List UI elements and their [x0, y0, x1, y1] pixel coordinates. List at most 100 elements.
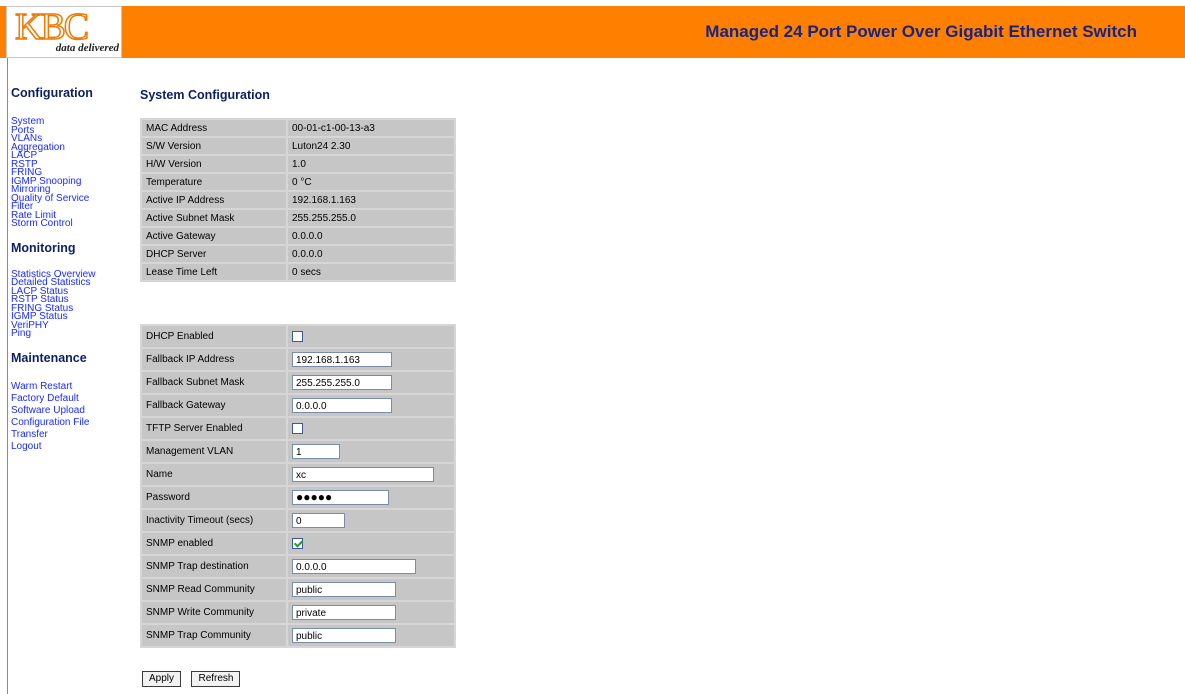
form-row-snmp-trap-destination: SNMP Trap destination 0.0.0.0: [142, 556, 454, 577]
info-label: Active Subnet Mask: [142, 210, 286, 226]
form-label: TFTP Server Enabled: [142, 418, 286, 439]
snmp-enabled-checkbox[interactable]: [292, 537, 303, 549]
form-value-cell: 1: [288, 441, 454, 462]
form-label: Fallback Subnet Mask: [142, 372, 286, 393]
management-vlan-field[interactable]: 1: [292, 444, 340, 459]
form-value-cell: private: [288, 602, 454, 623]
form-value-cell: 255.255.255.0: [288, 372, 454, 393]
form-row-fallback-subnet-mask: Fallback Subnet Mask 255.255.255.0: [142, 372, 454, 393]
refresh-button[interactable]: Refresh: [191, 671, 241, 687]
form-value-cell: ●●●●●: [288, 487, 454, 508]
form-label: Management VLAN: [142, 441, 286, 462]
form-label: Password: [142, 487, 286, 508]
form-row-name: Name xc: [142, 464, 454, 485]
info-label: MAC Address: [142, 120, 286, 136]
form-label: Fallback IP Address: [142, 349, 286, 370]
sidebar-item-logout[interactable]: Logout: [11, 441, 126, 453]
nav-list-configuration: System Ports VLANs Aggregation LACP RSTP FRING…: [11, 117, 126, 229]
form-actions: Apply Refresh: [142, 668, 246, 687]
info-value: 0 °C: [288, 174, 454, 190]
form-row-management-vlan: Management VLAN 1: [142, 441, 454, 462]
info-label: Active Gateway: [142, 228, 286, 244]
fallback-gateway-field[interactable]: 0.0.0.0: [292, 398, 392, 413]
sidebar-nav: Configuration System Ports VLANs Aggregatio…: [11, 86, 126, 453]
form-label: Name: [142, 464, 286, 485]
nav-heading-maintenance: Maintenance: [11, 350, 87, 365]
sidebar-item-software-upload[interactable]: Software Upload: [11, 405, 126, 417]
sidebar-item-configuration-file[interactable]: Configuration File: [11, 417, 126, 429]
info-value: Luton24 2.30: [288, 138, 454, 154]
tftp-server-enabled-checkbox[interactable]: [292, 422, 303, 434]
info-label: Lease Time Left: [142, 264, 286, 280]
sidebar-item-factory-default[interactable]: Factory Default: [11, 393, 126, 405]
info-row: Lease Time Left 0 secs: [142, 264, 454, 280]
info-value: 0.0.0.0: [288, 228, 454, 244]
form-row-password: Password ●●●●●: [142, 487, 454, 508]
form-row-snmp-write-community: SNMP Write Community private: [142, 602, 454, 623]
nav-section-configuration: Configuration System Ports VLANs Aggregatio…: [11, 86, 126, 229]
sidebar-item-ping[interactable]: Ping: [11, 329, 126, 339]
form-value-cell: public: [288, 579, 454, 600]
page-title: Managed 24 Port Power Over Gigabit Ether…: [705, 22, 1137, 41]
kbc-logo: KBC data delivered: [6, 6, 122, 58]
snmp-read-community-field[interactable]: public: [292, 582, 396, 597]
form-value-cell: 192.168.1.163: [288, 349, 454, 370]
info-row: MAC Address 00-01-c1-00-13-a3: [142, 120, 454, 136]
info-value: 1.0: [288, 156, 454, 172]
info-value: 192.168.1.163: [288, 192, 454, 208]
info-row: DHCP Server 0.0.0.0: [142, 246, 454, 262]
nav-list-maintenance: Warm Restart Factory Default Software Uplo…: [11, 381, 126, 453]
info-label: H/W Version: [142, 156, 286, 172]
form-label: SNMP Trap Community: [142, 625, 286, 646]
form-label: SNMP enabled: [142, 533, 286, 554]
form-label: DHCP Enabled: [142, 326, 286, 347]
name-field[interactable]: xc: [292, 467, 434, 482]
info-value: 0 secs: [288, 264, 454, 280]
info-value: 00-01-c1-00-13-a3: [288, 120, 454, 136]
info-label: DHCP Server: [142, 246, 286, 262]
info-label: Active IP Address: [142, 192, 286, 208]
nav-section-monitoring: Monitoring Statistics Overview Detailed S…: [11, 241, 126, 339]
sidebar-divider: [7, 58, 8, 694]
dhcp-enabled-checkbox[interactable]: [292, 330, 303, 342]
snmp-trap-community-field[interactable]: public: [292, 628, 396, 643]
system-config-form: DHCP Enabled Fallback IP Address 192.168.1…: [140, 324, 456, 648]
nav-section-maintenance: Maintenance Warm Restart Factory Default S…: [11, 351, 126, 453]
info-row: Active Subnet Mask 255.255.255.0: [142, 210, 454, 226]
nav-heading-configuration: Configuration: [11, 86, 93, 100]
form-label: Inactivity Timeout (secs): [142, 510, 286, 531]
info-value: 255.255.255.0: [288, 210, 454, 226]
apply-button[interactable]: Apply: [142, 671, 182, 687]
sidebar-item-warm-restart[interactable]: Warm Restart: [11, 381, 126, 393]
form-value-cell: [288, 418, 454, 439]
logo-tagline: data delivered: [7, 41, 119, 55]
sidebar-item-storm-control[interactable]: Storm Control: [11, 219, 126, 229]
form-label: Fallback Gateway: [142, 395, 286, 416]
form-label: SNMP Trap destination: [142, 556, 286, 577]
form-value-cell: xc: [288, 464, 454, 485]
fallback-subnet-mask-field[interactable]: 255.255.255.0: [292, 375, 392, 390]
form-row-snmp-read-community: SNMP Read Community public: [142, 579, 454, 600]
form-row-snmp-enabled: SNMP enabled: [142, 533, 454, 554]
snmp-write-community-field[interactable]: private: [292, 605, 396, 620]
form-label: SNMP Write Community: [142, 602, 286, 623]
form-row-dhcp-enabled: DHCP Enabled: [142, 326, 454, 347]
form-label: SNMP Read Community: [142, 579, 286, 600]
info-row: H/W Version 1.0: [142, 156, 454, 172]
info-row: Temperature 0 °C: [142, 174, 454, 190]
form-value-cell: 0.0.0.0: [288, 395, 454, 416]
fallback-ip-address-field[interactable]: 192.168.1.163: [292, 352, 392, 367]
form-row-fallback-ip-address: Fallback IP Address 192.168.1.163: [142, 349, 454, 370]
form-value-cell: [288, 533, 454, 554]
sidebar-item-transfer[interactable]: Transfer: [11, 429, 126, 441]
info-row: Active Gateway 0.0.0.0: [142, 228, 454, 244]
form-value-cell: [288, 326, 454, 347]
inactivity-timeout-secs-field[interactable]: 0: [292, 513, 345, 528]
system-info-table: MAC Address 00-01-c1-00-13-a3 S/W Version L…: [140, 118, 456, 282]
snmp-trap-destination-field[interactable]: 0.0.0.0: [292, 559, 416, 574]
info-label: Temperature: [142, 174, 286, 190]
password-field[interactable]: ●●●●●: [292, 490, 389, 505]
info-value: 0.0.0.0: [288, 246, 454, 262]
form-value-cell: 0: [288, 510, 454, 531]
info-label: S/W Version: [142, 138, 286, 154]
